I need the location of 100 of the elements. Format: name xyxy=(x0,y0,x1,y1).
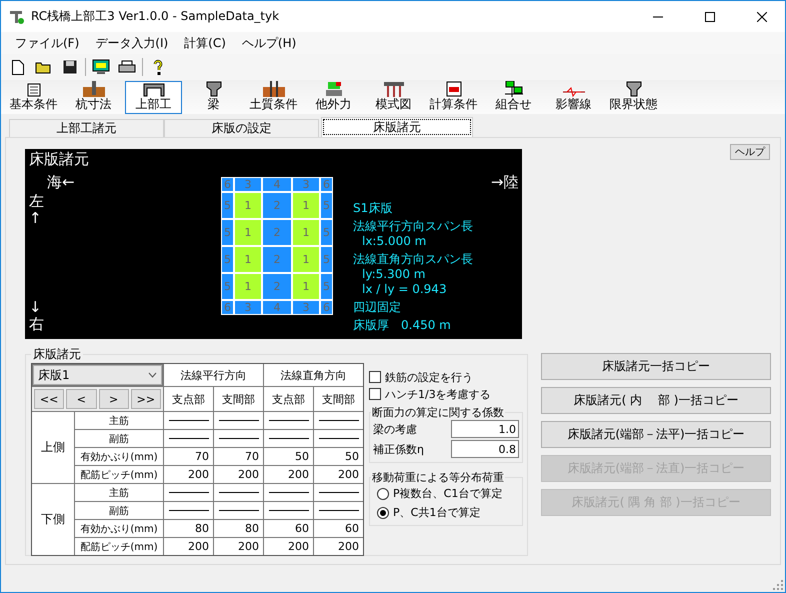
direction-label: →陸 xyxy=(491,174,519,191)
direction-label: 海← xyxy=(47,174,75,191)
field-label: 補正係数η xyxy=(373,442,424,456)
toolbar-button[interactable]: 影響線 xyxy=(545,81,602,114)
radio-button[interactable] xyxy=(377,488,389,500)
grid-cell: 4 xyxy=(263,301,291,314)
table-cell: 200 xyxy=(214,466,263,483)
row-label: 有効かぶり(mm) xyxy=(75,520,163,537)
table-cell: 200 xyxy=(164,466,213,483)
group-title: 断面力の算定に関する係数 xyxy=(371,405,505,420)
toolbar-button[interactable]: 計算条件 xyxy=(425,81,482,114)
grid-cell: 6 xyxy=(321,301,332,314)
toolbar-button[interactable]: 限界状態 xyxy=(605,81,662,114)
menu-item[interactable]: 計算(C) xyxy=(176,34,234,52)
checkbox[interactable] xyxy=(369,371,381,383)
row-label: 主筋 xyxy=(75,484,163,501)
tool-icon xyxy=(504,81,522,97)
nav-button[interactable]: > xyxy=(98,389,129,409)
row-header: 下側 xyxy=(32,484,74,555)
grid-cell: 1 xyxy=(235,220,261,245)
dash-line xyxy=(218,438,258,439)
help-button[interactable]: ヘルプ xyxy=(730,144,770,160)
toolbar-button[interactable]: 組合せ xyxy=(485,81,542,114)
row-label: 副筋 xyxy=(75,502,163,519)
table-cell: 50 xyxy=(264,448,313,465)
row-label: 配筋ピッチ(mm) xyxy=(75,466,163,483)
chevron-down-icon xyxy=(148,372,157,378)
grid-cell: 3 xyxy=(235,301,261,314)
toolbar-button[interactable]: 土質条件 xyxy=(245,81,302,114)
dash-line xyxy=(268,492,308,493)
toolbar-button[interactable]: 梁 xyxy=(185,81,242,114)
info-text: S1床版 xyxy=(353,201,394,216)
copy-button[interactable]: 床版諸元一括コピー xyxy=(541,353,771,380)
nav-button[interactable]: < xyxy=(66,389,96,409)
grid-cell: 5 xyxy=(222,193,233,218)
checkbox[interactable] xyxy=(369,388,381,400)
tab[interactable]: 上部工諸元 xyxy=(9,119,164,137)
dash-line xyxy=(218,510,258,511)
toolbar-button[interactable]: 上部工 xyxy=(125,81,182,114)
toolbar-button[interactable]: 基本条件 xyxy=(5,81,62,114)
dash-line xyxy=(318,492,358,493)
table-cell: 200 xyxy=(314,538,363,555)
menu-item[interactable]: ファイル(F) xyxy=(7,34,88,52)
grid-cell: 4 xyxy=(263,178,291,191)
dash-line xyxy=(168,420,208,421)
grid-cell: 5 xyxy=(222,220,233,245)
info-text: 床版厚 0.450 m xyxy=(353,318,452,333)
toolbar-button[interactable]: 他外力 xyxy=(305,81,362,114)
table-cell: 50 xyxy=(314,448,363,465)
menu-item[interactable]: データ入力(I) xyxy=(87,34,176,52)
table-cell: 200 xyxy=(314,466,363,483)
nav-button[interactable]: << xyxy=(34,389,64,409)
grid-cell: 2 xyxy=(263,193,291,218)
input-field[interactable]: 0.8 xyxy=(451,440,519,458)
table-cell: 80 xyxy=(164,520,213,537)
grid-cell: 3 xyxy=(293,178,319,191)
tab[interactable]: 床版の設定 xyxy=(164,119,319,137)
menu-item[interactable]: ヘルプ(H) xyxy=(234,34,304,52)
copy-button[interactable]: 床版諸元( 内 部 )一括コピー xyxy=(541,387,771,414)
tool-icon xyxy=(562,87,584,97)
dash-line xyxy=(318,420,358,421)
input-field[interactable]: 1.0 xyxy=(451,420,519,438)
dash-line xyxy=(268,420,308,421)
grid-cell: 1 xyxy=(235,274,261,299)
dash-line xyxy=(318,438,358,439)
slab-dropdown[interactable]: 床版1 xyxy=(33,365,162,385)
table-cell: 70 xyxy=(164,448,213,465)
tab[interactable]: 床版諸元 xyxy=(321,117,473,137)
table-cell: 60 xyxy=(314,520,363,537)
grid-cell: 2 xyxy=(263,220,291,245)
grid-cell: 3 xyxy=(235,178,261,191)
info-text: 法線平行方向スパン長 xyxy=(353,219,473,234)
field-label: 梁の考慮 xyxy=(373,422,417,436)
copy-button[interactable]: 床版諸元(端部－法平)一括コピー xyxy=(541,421,771,448)
nav-button[interactable]: >> xyxy=(130,389,161,409)
table-cell: 200 xyxy=(264,466,313,483)
tool-icon xyxy=(262,81,284,97)
tool-icon xyxy=(142,81,164,97)
row-label: 副筋 xyxy=(75,430,163,447)
grid-cell: 2 xyxy=(263,274,291,299)
column-header: 法線直角方向 xyxy=(264,364,363,386)
maximize-icon[interactable] xyxy=(705,12,715,22)
close-icon[interactable] xyxy=(757,12,767,22)
table-cell: 80 xyxy=(214,520,263,537)
grid-cell: 5 xyxy=(321,193,332,218)
column-header: 支間部 xyxy=(314,387,363,411)
grid-cell: 3 xyxy=(293,301,319,314)
table-cell: 200 xyxy=(264,538,313,555)
toolbar-button[interactable]: 杭寸法 xyxy=(65,81,122,114)
row-label: 有効かぶり(mm) xyxy=(75,448,163,465)
diagram-title: 床版諸元 xyxy=(29,151,89,168)
info-text: ly:5.300 m xyxy=(361,267,426,282)
grid-cell: 1 xyxy=(293,274,319,299)
column-header: 支点部 xyxy=(164,387,213,411)
dash-line xyxy=(268,510,308,511)
toolbar-button[interactable]: 模式図 xyxy=(365,81,422,114)
radio-button[interactable] xyxy=(377,506,389,518)
dash-line xyxy=(318,510,358,511)
info-text: lx:5.000 m xyxy=(361,234,428,249)
grid-cell: 1 xyxy=(293,220,319,245)
